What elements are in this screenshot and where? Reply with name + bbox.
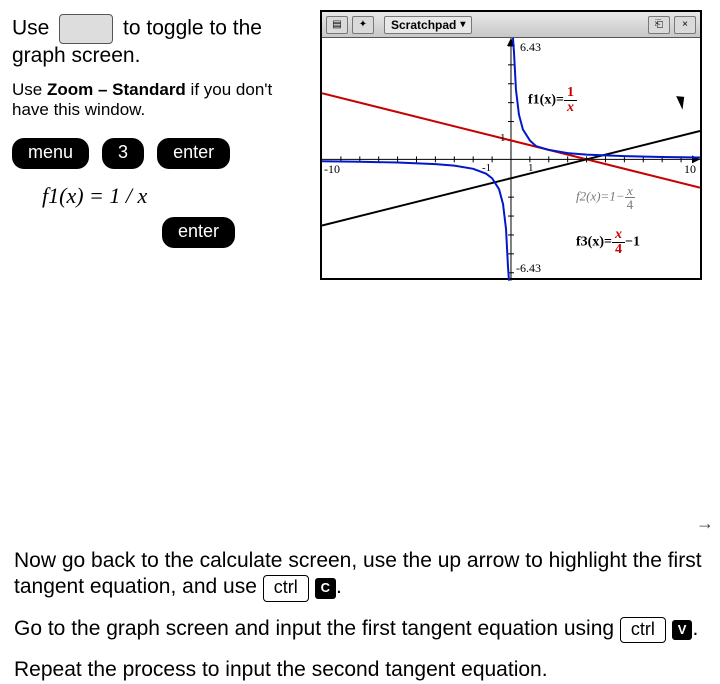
function-expression: f1(x) = 1 / x [42, 183, 302, 209]
paragraph-ctrl-c: Now go back to the calculate screen, use… [14, 548, 706, 602]
paragraph-repeat: Repeat the process to input the second t… [14, 657, 706, 683]
calc-mode-calc-icon: ▤ [326, 16, 348, 34]
enter-key-2: enter [162, 217, 235, 248]
toggle-post: to toggle to the graph screen. [12, 17, 262, 67]
c-key: C [315, 578, 336, 598]
scratchpad-label: Scratchpad ▾ [384, 16, 472, 34]
f2-den: 4 [625, 198, 636, 211]
f3-label: f3(x)= x 4 −1 [576, 228, 640, 257]
v-key: V [672, 620, 693, 640]
calc-close-icon: × [674, 16, 696, 34]
f3-post: −1 [625, 235, 640, 250]
plot-svg [322, 38, 700, 281]
ctrl-key-2: ctrl [620, 617, 666, 644]
ytick-pos: 1 [500, 132, 506, 144]
f1-den: x [564, 101, 577, 115]
f3-pre: f3(x)= [576, 235, 612, 250]
y-top-label: 6.43 [520, 40, 541, 55]
enter-key: enter [157, 138, 230, 169]
f3-num: x [612, 228, 625, 243]
f2-label: f2(x)=1− x 4 [576, 184, 635, 211]
calculator-screenshot: ▤ ✦ Scratchpad ▾ ⎗ × [320, 10, 702, 280]
f2-pre: f2(x)=1− [576, 188, 625, 203]
zoom-pre: Use [12, 80, 47, 99]
toggle-instruction: Use to toggle to the graph screen. [12, 14, 302, 68]
graph-plot: 6.43 -6.43 -10 10 -1 1 1 f1(x)= 1 x f2(x… [322, 38, 700, 278]
xtick-neg: -1 [482, 162, 491, 174]
xtick-pos: 1 [528, 162, 534, 174]
calc-titlebar: ▤ ✦ Scratchpad ▾ ⎗ × [322, 12, 700, 38]
f1-label: f1(x)= 1 x [528, 86, 577, 115]
paragraph-ctrl-v: Go to the graph screen and input the fir… [14, 616, 706, 644]
y-bot-label: -6.43 [516, 261, 541, 276]
three-key: 3 [102, 138, 144, 169]
x-right-label: 10 [684, 162, 696, 177]
f1-pre: f1(x)= [528, 93, 564, 108]
p1b: . [336, 575, 342, 598]
calc-mode-graph-icon: ✦ [352, 16, 374, 34]
calc-status-icon: ⎗ [648, 16, 670, 34]
p2b: . [692, 617, 698, 640]
x-left-label: -10 [324, 162, 340, 177]
zoom-bold: Zoom – Standard [47, 80, 186, 99]
key-sequence-1: menu 3 enter [12, 138, 302, 169]
toggle-pre: Use [12, 17, 49, 40]
f1-num: 1 [564, 86, 577, 101]
chevron-down-icon: ▾ [460, 19, 465, 30]
next-arrow-icon[interactable]: → [696, 513, 714, 534]
f2-num: x [625, 184, 636, 198]
menu-key: menu [12, 138, 89, 169]
scratchpad-text: Scratchpad [391, 18, 456, 32]
p2a: Go to the graph screen and input the fir… [14, 617, 620, 640]
p1a: Now go back to the calculate screen, use… [14, 549, 702, 598]
f3-den: 4 [612, 243, 625, 257]
calculator-key-icon [59, 14, 113, 44]
zoom-instruction: Use Zoom – Standard if you don't have th… [12, 80, 302, 120]
ctrl-key: ctrl [263, 575, 309, 602]
